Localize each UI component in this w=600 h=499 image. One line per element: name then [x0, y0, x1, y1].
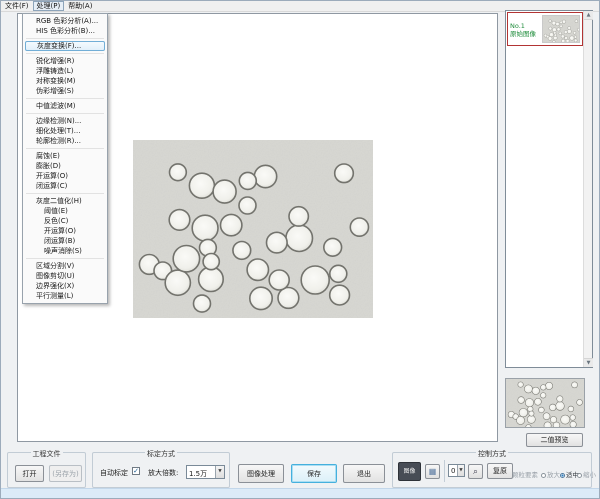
menu-separator [26, 113, 104, 114]
menu-item[interactable]: 膨胀(D) [23, 161, 107, 171]
menu-item[interactable]: 灰度二值化(H) [23, 196, 107, 206]
calibration-group-title: 标定方式 [145, 449, 177, 459]
zoom-stepper[interactable]: 0 ▼ [448, 464, 465, 477]
magnification-value: 1.5万 [189, 469, 207, 479]
menu-popup: RGB 色彩分析(A)...HIS 色彩分析(B)... 灰度变换(F)... 锐化… [22, 13, 108, 304]
calibration-group: 标定方式 自动标定 ✓ 放大倍数: 1.5万 ▼ [92, 452, 230, 488]
menu-item[interactable]: 开运算(O) [23, 226, 107, 236]
magnification-select[interactable]: 1.5万 ▼ [186, 465, 225, 479]
ctrl-option-label: 颗粒要素 [512, 471, 538, 479]
radio-icon[interactable] [541, 473, 546, 478]
menu-item[interactable]: 图像剪切(U) [23, 271, 107, 281]
open-button[interactable]: 打开 [15, 465, 44, 482]
auto-calib-label: 自动标定 [100, 468, 128, 478]
list-item-thumbnail [542, 15, 580, 43]
ctrl-option: 颗粒要素 [512, 469, 538, 479]
save-as-button[interactable]: (另存为) [49, 465, 82, 482]
menu-item[interactable]: 中值滤波(M) [23, 101, 107, 111]
menu-item[interactable]: RGB 色彩分析(A)... [23, 16, 107, 26]
restore-view-button[interactable]: 复原 [487, 463, 513, 479]
scroll-up-icon[interactable]: ▲ [584, 11, 593, 20]
menu-separator [26, 148, 104, 149]
magnification-label: 放大倍数: [148, 468, 178, 478]
menu-item[interactable]: 区域分割(V) [23, 261, 107, 271]
menu-item[interactable]: 边界强化(X) [23, 281, 107, 291]
status-bar [1, 488, 599, 498]
menu-item[interactable]: 锐化增强(R) [23, 56, 107, 66]
menu-separator [26, 53, 104, 54]
menu-item[interactable]: HIS 色彩分析(B)... [23, 26, 107, 36]
list-item-number: No.1 [510, 22, 542, 30]
menu-item[interactable]: 对称变换(M) [23, 76, 107, 86]
exit-button[interactable]: 退出 [343, 464, 385, 483]
particle-image [133, 140, 373, 318]
menubar-item[interactable]: 帮助(A) [64, 1, 96, 11]
menu-separator [26, 193, 104, 194]
auto-calib-checkbox[interactable]: ✓ [132, 467, 140, 475]
chevron-down-icon[interactable]: ▼ [215, 466, 224, 478]
grid-icon[interactable]: ▦ [425, 464, 440, 479]
menubar-item[interactable]: 处理(P) [33, 1, 65, 11]
project-file-group-title: 工程文件 [31, 449, 63, 459]
list-item[interactable]: No.1 原始图像 [507, 12, 583, 46]
save-button[interactable]: 保存 [291, 464, 337, 483]
menu-separator [26, 98, 104, 99]
ctrl-option: 缩小 [577, 469, 596, 479]
menu-item[interactable]: 开运算(O) [23, 171, 107, 181]
ctrl-option-label: 缩小 [583, 471, 596, 479]
list-item-label: No.1 原始图像 [508, 21, 542, 38]
ctrl-option: 放大 [541, 469, 560, 479]
image-list[interactable]: No.1 原始图像 ▲ ▼ [505, 10, 593, 368]
radio-icon[interactable] [560, 473, 565, 478]
binary-preview-button[interactable]: 二值预览 [526, 433, 583, 447]
menu-item[interactable]: 腐蚀(E) [23, 151, 107, 161]
project-file-group: 工程文件 打开 (另存为) [7, 452, 86, 488]
menu-item[interactable]: 闭运算(C) [23, 181, 107, 191]
app-window: 文件(F)处理(P)帮助(A) RGB 色彩分析(A)...HIS 色彩分析(B… [0, 0, 600, 499]
image-mode-button[interactable]: 图像 [398, 462, 421, 481]
scroll-down-icon[interactable]: ▼ [584, 358, 593, 367]
menu-item[interactable]: 噪声消除(S) [23, 246, 107, 256]
menu-item[interactable]: 边缘检测(N)... [23, 116, 107, 126]
menu-item[interactable]: 反色(C) [23, 216, 107, 226]
radio-icon[interactable] [577, 473, 582, 478]
menu-item[interactable]: 伪彩增强(S) [23, 86, 107, 96]
preview-thumbnail [505, 378, 585, 428]
menubar-item[interactable]: 文件(F) [1, 1, 33, 11]
menu-separator [26, 38, 104, 39]
menu-item[interactable]: 浮雕铸造(L) [23, 66, 107, 76]
menu-separator [26, 258, 104, 259]
menu-item[interactable]: 细化处理(T)... [23, 126, 107, 136]
particle-micrograph [133, 140, 373, 318]
menu-item[interactable]: 轮廓检测(R)... [23, 136, 107, 146]
list-item-name: 原始图像 [510, 30, 542, 38]
menu-item[interactable]: 闭运算(B) [23, 236, 107, 246]
menu-item[interactable]: 灰度变换(F)... [25, 41, 105, 51]
menu-item[interactable]: 阈值(E) [23, 206, 107, 216]
menu-item[interactable]: 平行测量(L) [23, 291, 107, 301]
toolbar-separator [444, 460, 445, 482]
control-group-title: 控制方式 [476, 449, 508, 459]
chevron-down-icon[interactable]: ▼ [457, 465, 464, 476]
zoom-value: 0 [451, 467, 455, 475]
ctrl-option-label: 放大 [547, 471, 560, 479]
process-image-button[interactable]: 图像处理 [238, 464, 284, 483]
list-scrollbar[interactable]: ▲ ▼ [583, 11, 592, 367]
magnifier-icon[interactable]: ⌕ [468, 464, 483, 479]
